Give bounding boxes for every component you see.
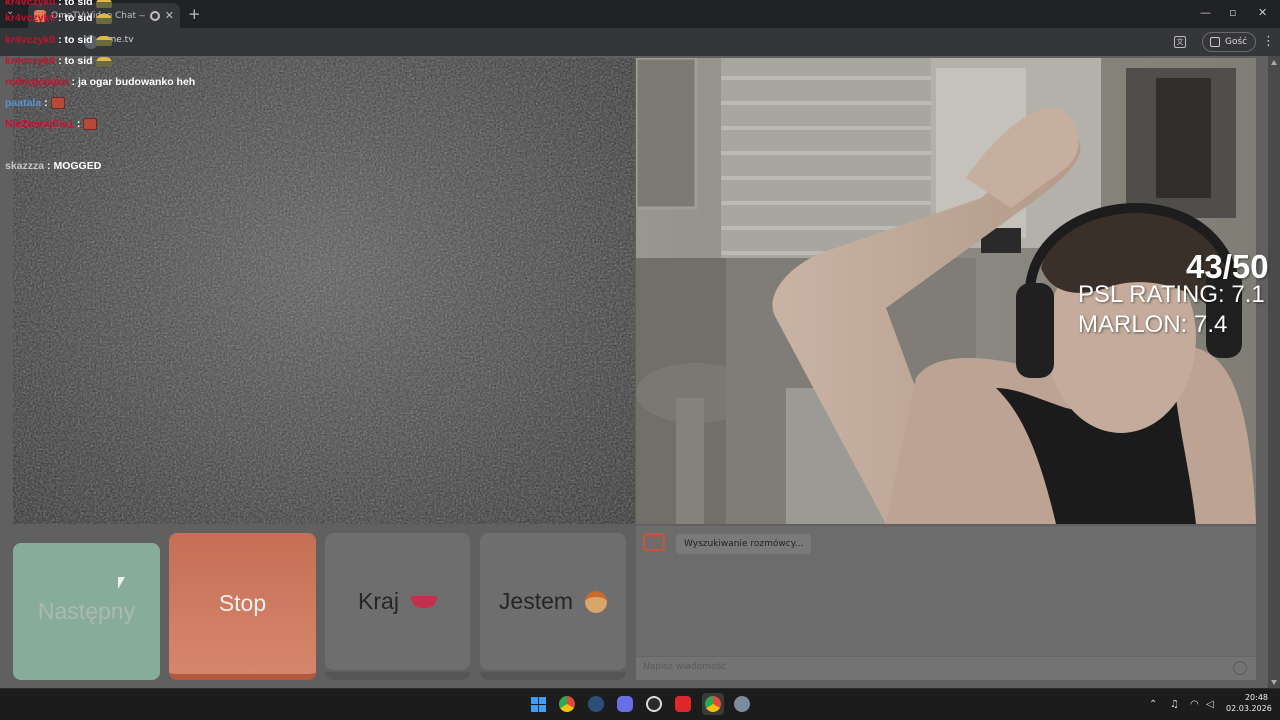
- system-clock[interactable]: 20:48 02.03.2026: [1226, 692, 1272, 714]
- chat-line: kr4vczyk0 : to sid: [5, 0, 112, 12]
- gender-button-shadow: [480, 672, 626, 680]
- new-tab-icon[interactable]: +: [188, 5, 201, 23]
- clock-time: 20:48: [1244, 693, 1268, 702]
- gender-label: Jestem: [498, 588, 574, 614]
- obs-icon[interactable]: [643, 693, 665, 715]
- settings-icon[interactable]: [731, 693, 753, 715]
- profile-label: Gość: [1225, 37, 1248, 47]
- chrome-active-icon[interactable]: [702, 693, 724, 715]
- translate-icon[interactable]: 文: [1174, 36, 1186, 48]
- scroll-up-icon[interactable]: [1271, 60, 1277, 65]
- overlay-psl-rating: PSL RATING: 7.1: [1078, 281, 1265, 308]
- steam-icon[interactable]: [585, 693, 607, 715]
- hat-emote-icon: [95, 14, 112, 24]
- chat-line: rodrygojajko : ja ogar budowanko heh: [5, 76, 196, 88]
- country-label: Kraj: [358, 588, 399, 614]
- chat-line: kr4vczyk0 : to sid: [5, 34, 112, 50]
- chat-line: skazzza : MOGGED: [5, 160, 102, 172]
- country-button[interactable]: Kraj: [325, 533, 470, 670]
- ometv-logo-icon: Ome TV: [643, 533, 665, 551]
- recording-indicator-icon: [149, 10, 160, 21]
- next-label: Następny: [37, 598, 136, 624]
- chat-line: NieZesrajSie1 :: [5, 118, 98, 134]
- tray-chevron-icon[interactable]: ⌃: [1149, 699, 1157, 710]
- mouse-cursor-icon: [118, 577, 125, 589]
- page-scrollbar[interactable]: [1268, 56, 1280, 688]
- country-button-shadow: [325, 672, 470, 680]
- address-bar[interactable]: ome.tv: [80, 31, 1190, 53]
- wifi-icon[interactable]: ◠: [1190, 699, 1199, 710]
- stop-label: Stop: [218, 590, 267, 616]
- search-status-message: Wyszukiwanie rozmówcy...: [676, 534, 812, 554]
- boy-icon: [585, 590, 608, 613]
- profile-button[interactable]: Gość: [1202, 32, 1257, 52]
- face-emote-icon: [50, 97, 65, 109]
- volume-icon[interactable]: ◁: [1206, 699, 1214, 710]
- chat-line: kr4vczyk0 : to sid: [5, 55, 112, 71]
- microphone-icon[interactable]: ♫: [1170, 699, 1179, 710]
- youtube-music-icon[interactable]: [672, 693, 694, 715]
- browser-menu-icon[interactable]: ⋮: [1262, 34, 1275, 49]
- discord-icon[interactable]: [614, 693, 636, 715]
- message-input[interactable]: [636, 656, 1256, 680]
- next-button[interactable]: Następny: [13, 543, 160, 680]
- overlay-marlon-rating: MARLON: 7.4: [1078, 311, 1228, 338]
- close-tab-icon[interactable]: ✕: [165, 9, 174, 22]
- stop-button[interactable]: Stop: [169, 533, 316, 680]
- hat-emote-icon: [95, 0, 112, 8]
- gender-button[interactable]: Jestem: [480, 533, 626, 670]
- chat-line: kr4vczyk0 : to sid: [5, 12, 112, 28]
- face-emote-icon: [83, 118, 98, 130]
- lips-icon: [410, 595, 437, 608]
- static-noise: [13, 58, 635, 524]
- clock-date: 02.03.2026: [1226, 704, 1272, 713]
- scroll-down-icon[interactable]: [1271, 680, 1277, 685]
- message-placeholder[interactable]: Napisz wiadomość: [643, 662, 726, 672]
- profile-icon: [1210, 37, 1220, 47]
- window-close-icon[interactable]: ✕: [1258, 6, 1267, 19]
- browser-toolbar: ome.tv: [0, 28, 1280, 56]
- hat-emote-icon: [95, 36, 112, 46]
- emoji-icon[interactable]: [1233, 661, 1247, 675]
- chat-line: paatala :: [5, 97, 65, 113]
- partner-video-static: [13, 58, 635, 524]
- maximize-icon[interactable]: ▫: [1229, 6, 1236, 19]
- minimize-icon[interactable]: —: [1200, 6, 1211, 19]
- start-menu-icon[interactable]: [527, 693, 549, 715]
- hat-emote-icon: [95, 57, 112, 67]
- windows-taskbar: [0, 688, 1280, 720]
- chrome-icon[interactable]: [556, 693, 578, 715]
